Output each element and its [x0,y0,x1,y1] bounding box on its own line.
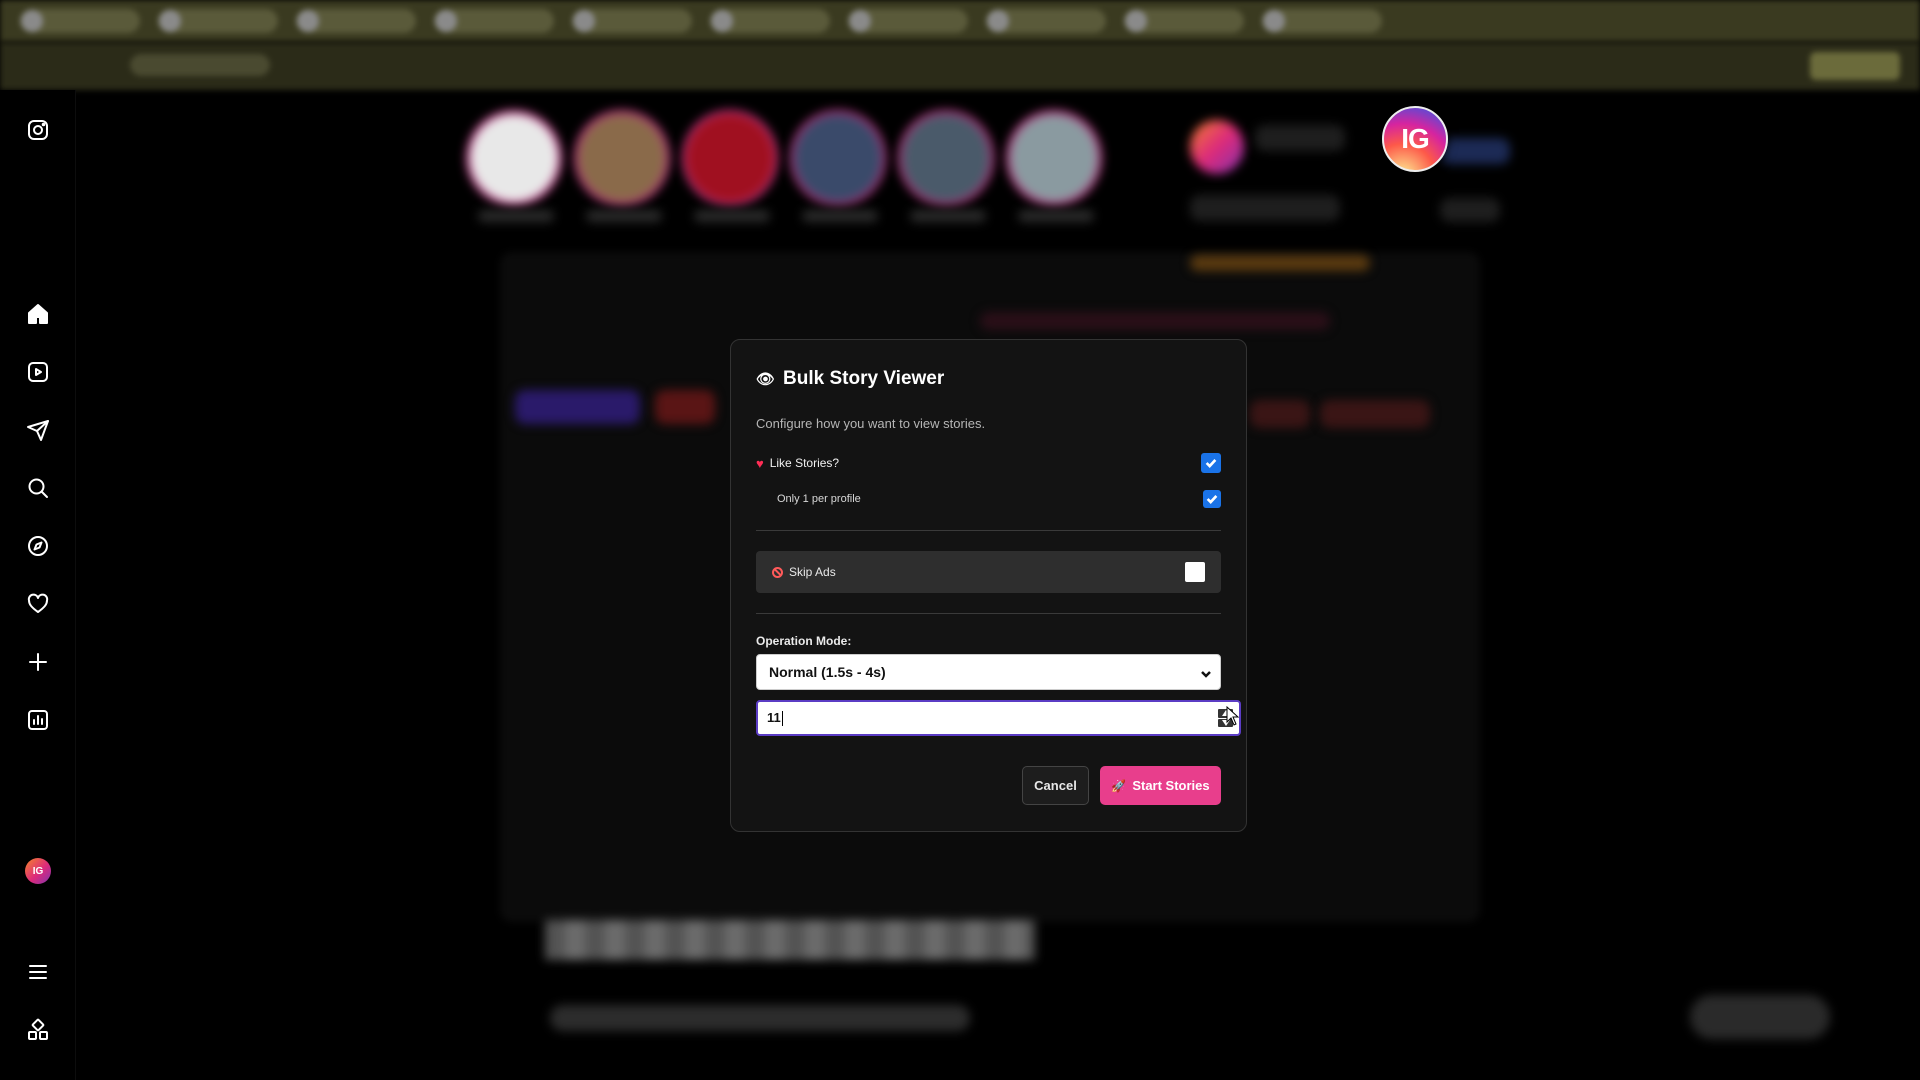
number-input[interactable]: 11 [756,700,1241,736]
operation-mode-value: Normal (1.5s - 4s) [769,664,886,680]
menu-icon[interactable] [24,958,52,986]
start-stories-button[interactable]: 🚀 Start Stories [1100,766,1221,805]
only-one-row: Only 1 per profile [756,489,1221,509]
dialog-title-text: Bulk Story Viewer [783,368,945,389]
divider [756,530,1221,531]
home-icon[interactable] [24,300,52,328]
left-sidebar: IG [0,90,76,1080]
browser-address-bar [0,42,1920,90]
apps-icon[interactable] [24,1016,52,1044]
rocket-icon: 🚀 [1111,778,1127,793]
number-input-text: 11 [767,709,783,727]
divider [756,613,1221,614]
cancel-button[interactable]: Cancel [1022,766,1089,805]
instagram-logo-icon[interactable] [24,116,52,144]
reels-icon[interactable] [24,358,52,386]
send-icon[interactable] [24,416,52,444]
profile-avatar[interactable]: IG [25,858,51,884]
heart-icon: ♥ [756,455,764,471]
only-one-checkbox[interactable] [1203,490,1221,508]
explore-icon[interactable] [24,532,52,560]
dialog-title: 👁 Bulk Story Viewer [756,368,1221,390]
heart-icon[interactable] [24,590,52,618]
chevron-down-icon [1200,667,1211,678]
skip-ads-row: Skip Ads [756,551,1221,593]
browser-tab-strip [0,0,1920,42]
mouse-cursor-icon [1226,706,1240,726]
ig-profile-badge[interactable]: IG [1382,106,1448,172]
insights-icon[interactable] [24,706,52,734]
dialog-subtitle: Configure how you want to view stories. [756,416,986,431]
like-stories-row: ♥ Like Stories? [756,452,1221,474]
no-entry-icon [772,566,783,578]
skip-ads-label: Skip Ads [772,565,836,579]
like-stories-label: ♥ Like Stories? [756,455,840,471]
plus-icon[interactable] [24,648,52,676]
operation-mode-select[interactable]: Normal (1.5s - 4s) [756,654,1221,690]
like-stories-checkbox[interactable] [1201,453,1221,473]
eye-icon: 👁 [756,371,776,388]
search-icon[interactable] [24,474,52,502]
only-one-label: Only 1 per profile [777,493,861,505]
operation-mode-label: Operation Mode: [756,634,852,648]
bulk-story-viewer-dialog: 👁 Bulk Story Viewer Configure how you wa… [730,339,1247,832]
skip-ads-checkbox[interactable] [1185,562,1205,582]
